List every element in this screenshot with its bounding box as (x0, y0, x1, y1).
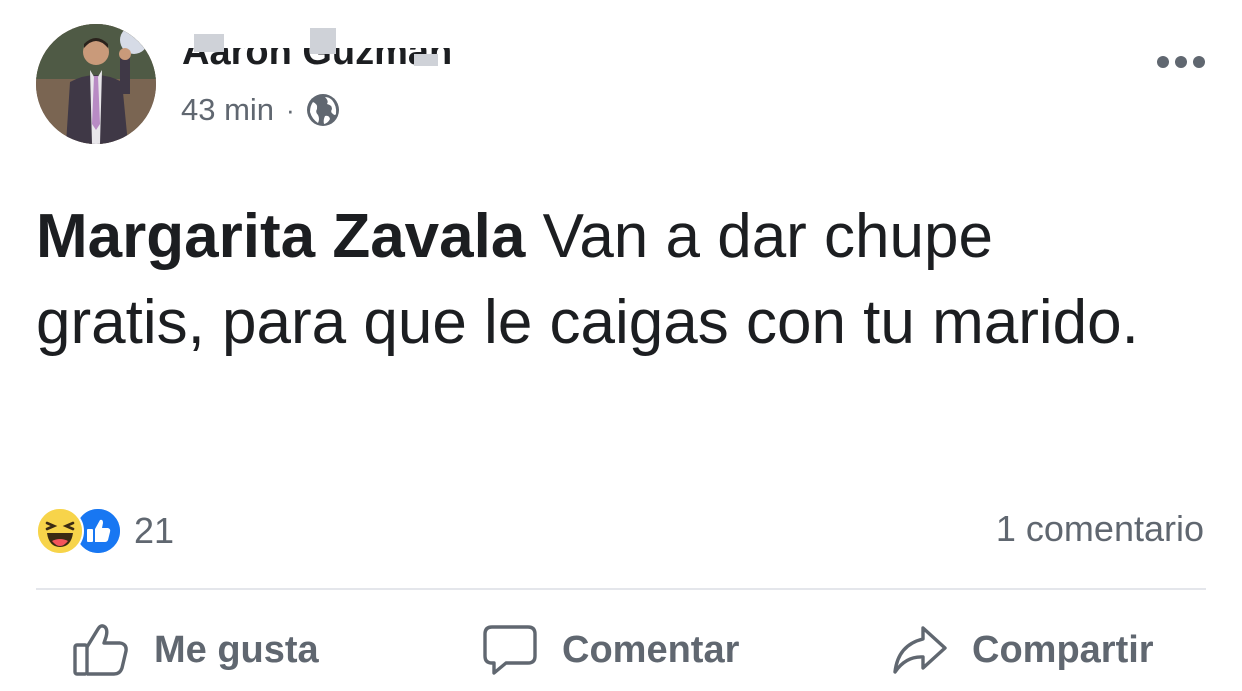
post-timestamp[interactable]: 43 min (181, 92, 274, 128)
post-meta: 43 min · (181, 88, 341, 132)
reaction-count: 21 (134, 510, 175, 551)
share-arrow-icon (893, 626, 947, 674)
mention-link[interactable]: Margarita Zavala (36, 202, 525, 271)
redaction-overlay (180, 28, 500, 48)
redaction-block (310, 28, 336, 54)
comment-label: Comentar (562, 628, 740, 671)
laugh-reaction-icon (36, 507, 84, 555)
redaction-block (414, 54, 438, 66)
profile-avatar[interactable] (36, 24, 156, 144)
divider (36, 588, 1206, 590)
more-options-icon[interactable] (1156, 48, 1206, 76)
comment-bubble-icon (483, 625, 537, 675)
meta-separator: · (286, 94, 295, 125)
like-label: Me gusta (154, 628, 319, 671)
like-button[interactable]: Me gusta (72, 618, 319, 682)
globe-icon[interactable] (305, 92, 341, 128)
share-button[interactable]: Compartir (892, 618, 1154, 682)
redaction-block (194, 34, 224, 52)
post-text: Margarita Zavala Van a dar chupe gratis,… (36, 194, 1176, 366)
thumbs-up-icon (73, 624, 128, 676)
profile-photo (36, 24, 156, 144)
reactions-summary[interactable]: 21 (36, 506, 174, 556)
share-label: Compartir (972, 628, 1154, 671)
author-name-area[interactable]: Aaron Guzman (180, 28, 500, 76)
comment-button[interactable]: Comentar (482, 618, 739, 682)
comments-count-link[interactable]: 1 comentario (996, 508, 1204, 550)
